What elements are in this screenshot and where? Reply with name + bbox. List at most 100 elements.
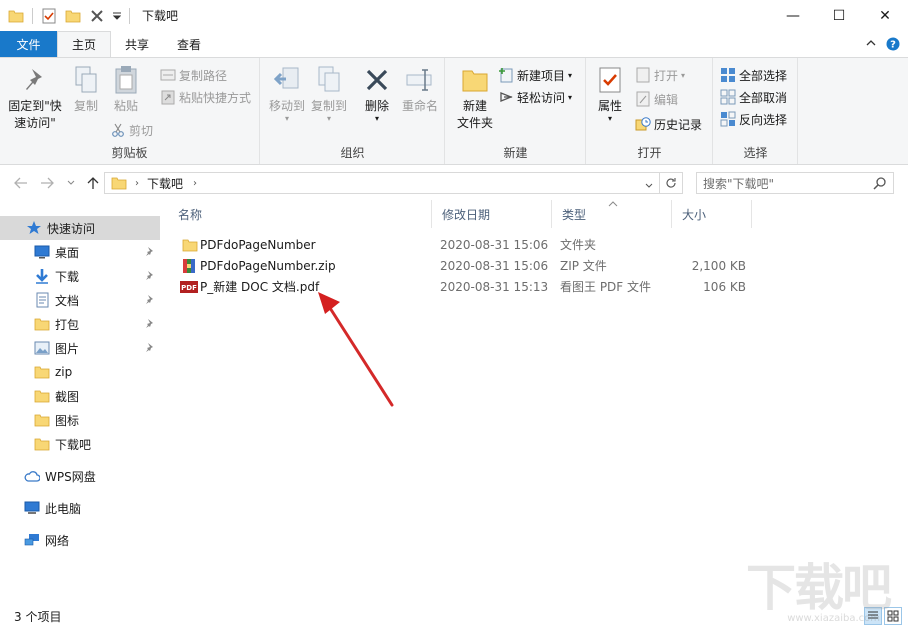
minimize-button[interactable]: — <box>770 0 816 31</box>
pin-icon[interactable] <box>144 341 154 355</box>
pin-icon <box>19 64 51 96</box>
search-input[interactable]: 搜索"下载吧" <box>696 172 894 194</box>
maximize-button[interactable]: ☐ <box>816 0 862 31</box>
file-name[interactable]: P_新建 DOC 文档.pdf <box>200 276 319 297</box>
copy-path-label: 复制路径 <box>179 68 228 83</box>
nav-network[interactable]: 网络 <box>0 528 160 552</box>
file-modified: 2020-08-31 15:06 <box>440 237 549 252</box>
chevron-right-icon[interactable]: › <box>193 178 197 189</box>
tab-file[interactable]: 文件 <box>0 31 57 57</box>
nav-item-pictures[interactable]: 图片 <box>0 336 160 360</box>
delete-x-icon <box>361 64 393 96</box>
select-none-icon <box>720 89 736 105</box>
new-item-icon <box>498 67 514 83</box>
nav-wps-label: WPS网盘 <box>45 469 96 484</box>
nav-wps-cloud[interactable]: WPS网盘 <box>0 464 160 488</box>
file-size <box>680 234 746 255</box>
address-field[interactable]: › 下载吧 › <box>104 172 660 194</box>
table-row[interactable]: PDF P_新建 DOC 文档.pdf 2020-08-31 15:13 看图王… <box>160 276 760 297</box>
cut-button[interactable]: 剪切 <box>110 120 153 140</box>
folder-icon <box>182 234 198 255</box>
new-item-label: 新建项目 <box>517 68 566 83</box>
nav-item-documents[interactable]: 文档 <box>0 288 160 312</box>
paste-shortcut-button[interactable]: 粘贴快捷方式 <box>160 87 251 107</box>
search-icon[interactable] <box>873 176 887 193</box>
delete-button[interactable]: 删除 ▾ <box>361 64 393 123</box>
copy-path-button[interactable]: 复制路径 <box>160 65 227 85</box>
invert-selection-button[interactable]: 反向选择 <box>720 109 787 129</box>
picture-icon <box>34 340 50 356</box>
select-none-button[interactable]: 全部取消 <box>720 87 787 107</box>
new-item-button[interactable]: 新建项目 ▾ <box>498 65 572 85</box>
nav-this-pc[interactable]: 此电脑 <box>0 496 160 520</box>
rename-button[interactable]: 重命名 <box>401 64 439 115</box>
dropdown-arrow-icon: ▾ <box>568 70 573 80</box>
cloud-icon <box>24 468 40 484</box>
edit-button[interactable]: 编辑 <box>635 89 678 109</box>
file-list: 名称 修改日期 类型 大小 PDFdoPageNumber 2020-08-31… <box>160 200 908 600</box>
paste-button[interactable]: 粘贴 <box>110 64 142 115</box>
move-to-icon <box>271 64 303 96</box>
properties-button[interactable]: 属性 ▾ <box>593 64 627 123</box>
paste-label: 粘贴 <box>113 99 138 113</box>
nav-item-icons[interactable]: 图标 <box>0 408 160 432</box>
column-header-modified[interactable]: 修改日期 <box>432 200 552 228</box>
new-group: 新建 文件夹 新建项目 ▾ 轻松访问 ▾ 新建 <box>446 58 586 164</box>
column-header-size[interactable]: 大小 <box>672 200 752 228</box>
collapse-ribbon-icon[interactable] <box>866 37 876 54</box>
nav-item-pack[interactable]: 打包 <box>0 312 160 336</box>
watermark-url: www.xiazaiba.com <box>787 613 880 624</box>
back-button[interactable] <box>12 174 30 192</box>
nav-item-label: 图片 <box>55 341 80 356</box>
toolbar-separator <box>129 7 130 24</box>
pin-icon[interactable] <box>144 293 154 307</box>
new-folder-icon[interactable] <box>65 8 81 24</box>
pin-icon[interactable] <box>144 245 154 259</box>
dropdown-arrow-icon: ▾ <box>326 114 331 123</box>
address-bar-area: › 下载吧 › 搜索"下载吧" <box>0 166 908 200</box>
svg-text:?: ? <box>890 40 896 51</box>
column-header-name[interactable]: 名称 <box>168 200 432 228</box>
breadcrumb-current[interactable]: 下载吧 <box>147 175 183 192</box>
properties-icon[interactable] <box>41 8 57 24</box>
nav-item-label: 下载 <box>55 269 80 284</box>
folder-icon <box>34 412 50 428</box>
open-button[interactable]: 打开 ▾ <box>635 65 685 85</box>
nav-quick-access[interactable]: 快速访问 <box>0 216 160 240</box>
nav-item-zip[interactable]: zip <box>0 360 160 384</box>
easy-access-button[interactable]: 轻松访问 ▾ <box>498 87 572 107</box>
customize-dropdown-icon[interactable] <box>113 8 121 24</box>
pin-to-quick-access-button[interactable]: 固定到"快 速访问" <box>6 64 64 132</box>
select-all-icon <box>720 67 736 83</box>
file-name[interactable]: PDFdoPageNumber <box>200 234 316 255</box>
history-button[interactable]: 历史记录 <box>635 114 702 134</box>
table-row[interactable]: PDFdoPageNumber.zip 2020-08-31 15:06 ZIP… <box>160 255 760 276</box>
nav-item-desktop[interactable]: 桌面 <box>0 240 160 264</box>
new-folder-label-line1: 新建 <box>462 99 487 113</box>
pin-icon[interactable] <box>144 317 154 331</box>
chevron-right-icon[interactable]: › <box>135 178 139 189</box>
tab-share[interactable]: 共享 <box>111 31 163 57</box>
tab-view[interactable]: 查看 <box>163 31 215 57</box>
up-button[interactable] <box>84 174 102 192</box>
recent-locations-button[interactable] <box>62 174 80 192</box>
copy-label: 复制 <box>73 99 98 113</box>
move-to-button[interactable]: 移动到 ▾ <box>267 64 307 123</box>
tab-home[interactable]: 主页 <box>57 31 112 57</box>
refresh-button[interactable] <box>659 172 683 194</box>
new-folder-button[interactable]: 新建 文件夹 <box>452 64 498 132</box>
nav-item-downloads[interactable]: 下载 <box>0 264 160 288</box>
delete-icon[interactable] <box>89 8 105 24</box>
forward-button[interactable] <box>38 174 56 192</box>
pin-icon[interactable] <box>144 269 154 283</box>
table-row[interactable]: PDFdoPageNumber 2020-08-31 15:06 文件夹 <box>160 234 760 255</box>
select-all-button[interactable]: 全部选择 <box>720 65 787 85</box>
copy-button[interactable]: 复制 <box>70 64 102 115</box>
nav-item-xiazaiba[interactable]: 下载吧 <box>0 432 160 456</box>
file-name[interactable]: PDFdoPageNumber.zip <box>200 255 336 276</box>
help-icon[interactable]: ? <box>886 37 900 54</box>
close-button[interactable]: ✕ <box>862 0 908 31</box>
address-dropdown-icon[interactable] <box>645 178 653 192</box>
copy-to-button[interactable]: 复制到 ▾ <box>309 64 349 123</box>
nav-item-screenshots[interactable]: 截图 <box>0 384 160 408</box>
